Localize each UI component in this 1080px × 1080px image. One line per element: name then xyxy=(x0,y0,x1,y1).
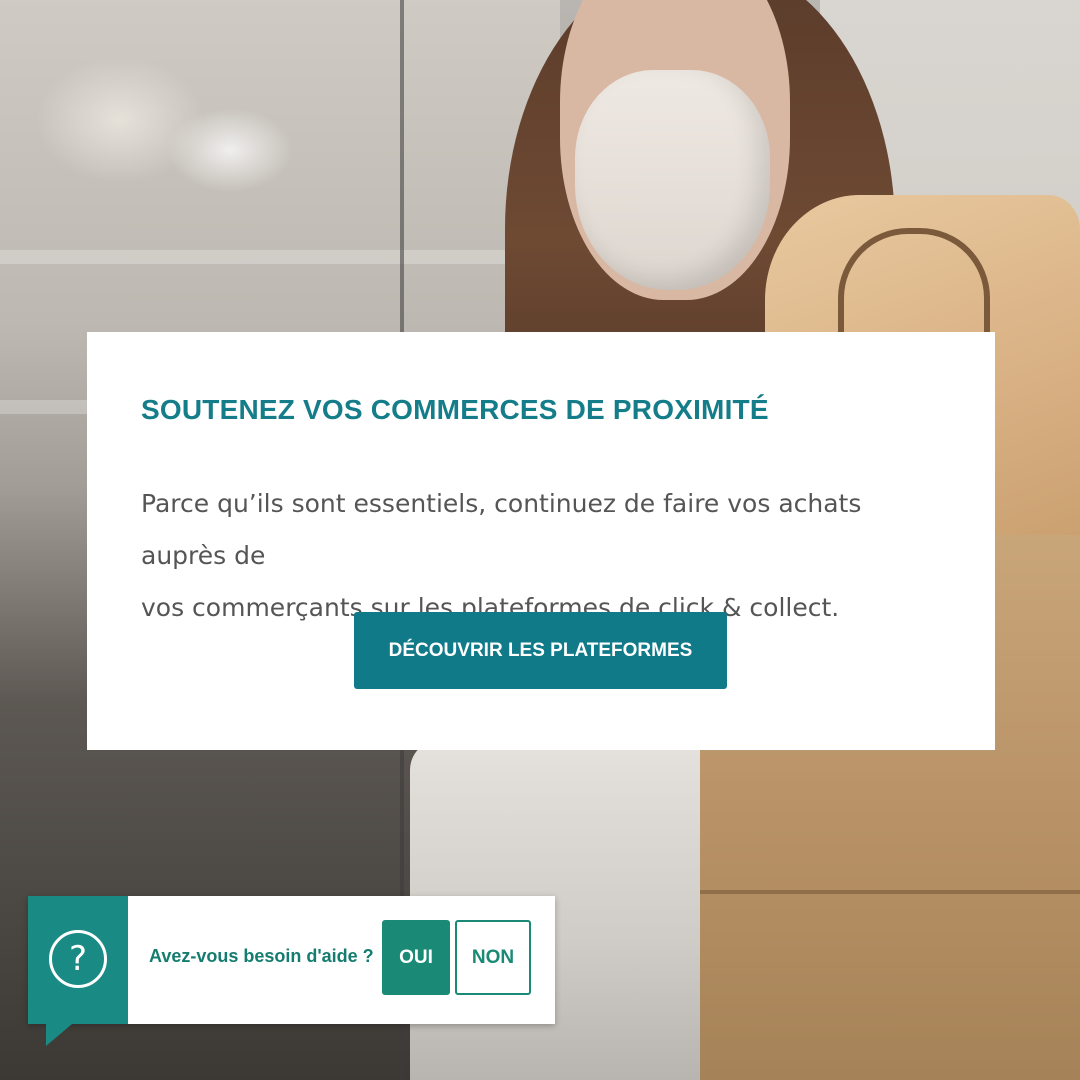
help-yes-button[interactable]: OUI xyxy=(382,920,450,995)
face-mask xyxy=(575,70,770,290)
help-widget: ? Avez-vous besoin d'aide ? OUI NON xyxy=(28,896,555,1046)
promo-title: SOUTENEZ VOS COMMERCES DE PROXIMITÉ xyxy=(141,394,769,425)
discover-platforms-button[interactable]: DÉCOUVRIR LES PLATEFORMES xyxy=(354,612,727,689)
question-mark-icon: ? xyxy=(49,930,107,988)
speech-bubble-tail xyxy=(46,1024,72,1046)
shelf-line xyxy=(0,250,560,264)
promo-description: Parce qu’ils sont essentiels, continuez … xyxy=(141,478,941,634)
promo-description-line: Parce qu’ils sont essentiels, continuez … xyxy=(141,489,862,570)
bag-fold xyxy=(700,890,1080,894)
promo-card: SOUTENEZ VOS COMMERCES DE PROXIMITÉ Parc… xyxy=(87,332,995,750)
help-no-button[interactable]: NON xyxy=(455,920,531,995)
help-question-text: Avez-vous besoin d'aide ? xyxy=(149,946,374,966)
help-icon-box[interactable]: ? xyxy=(28,896,128,1024)
